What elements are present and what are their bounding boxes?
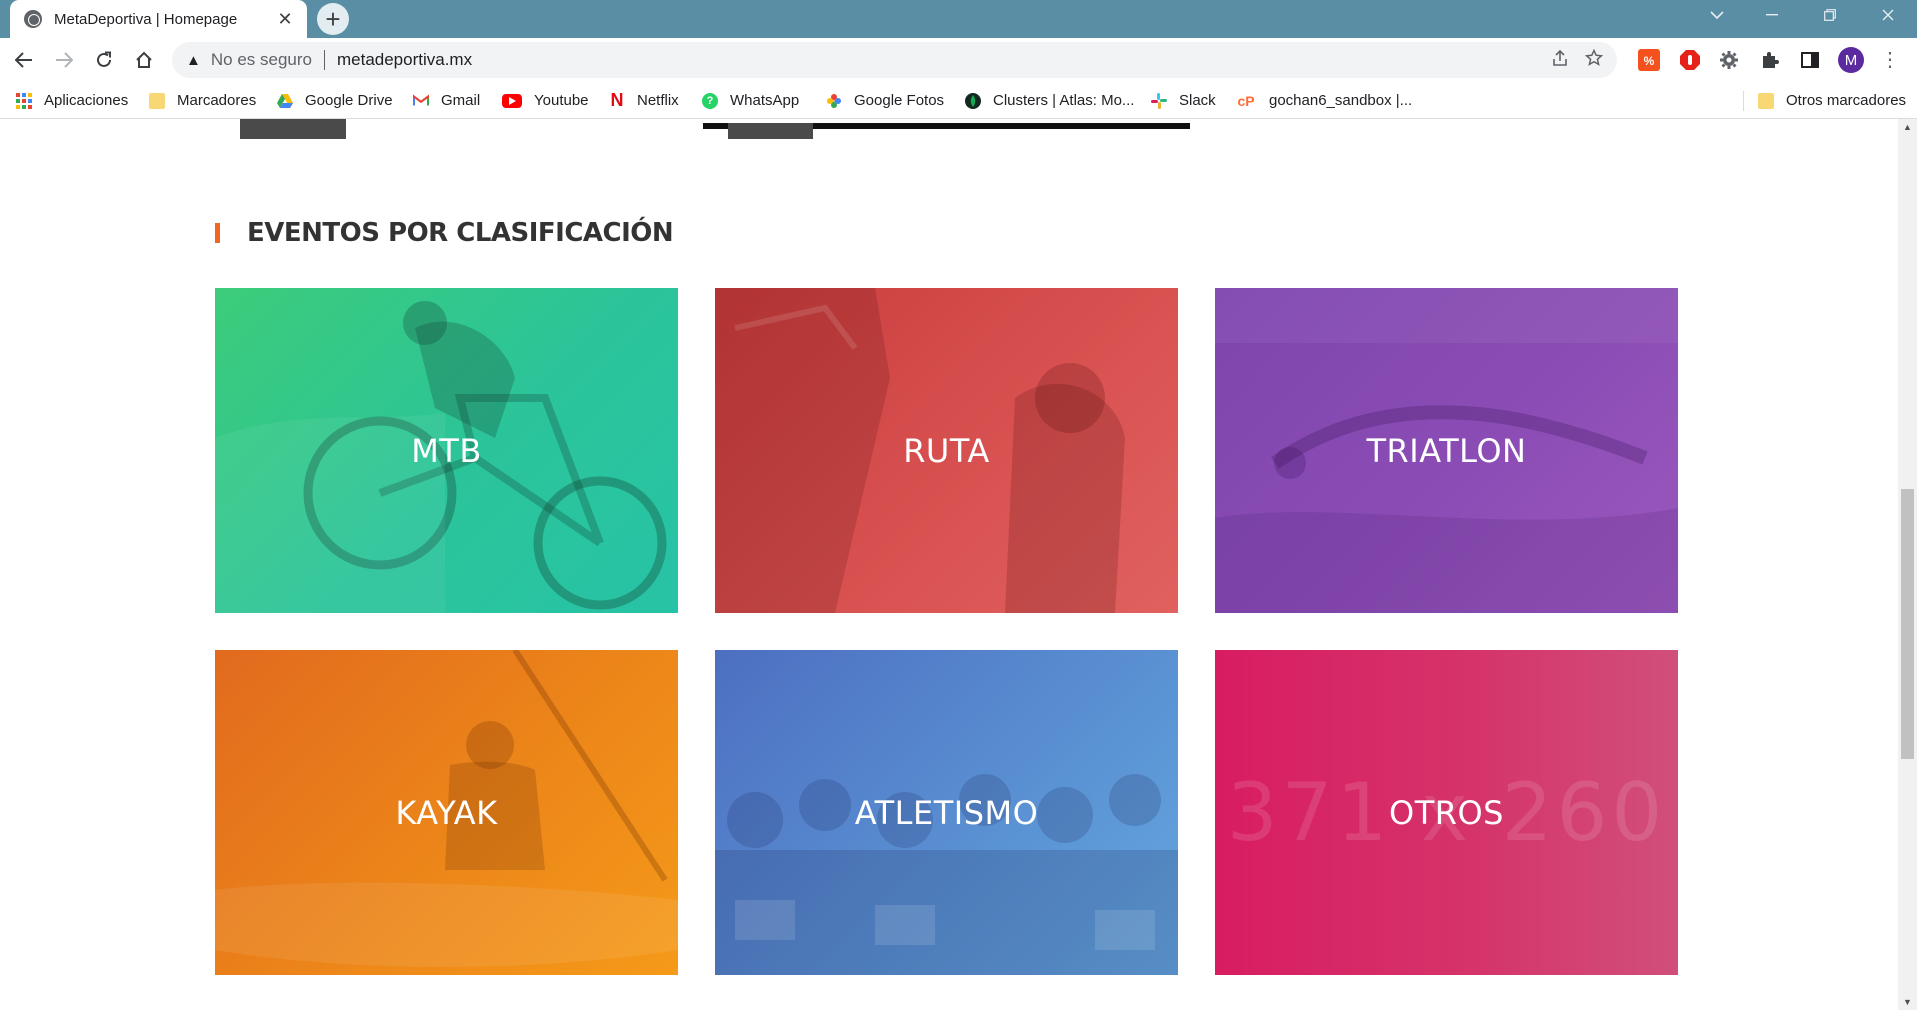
mongodb-atlas-icon: [965, 92, 981, 109]
google-photos-icon: [826, 93, 842, 109]
category-card-mtb[interactable]: MTB: [215, 288, 678, 613]
bookmark-label: Youtube: [534, 92, 589, 109]
bookmarks-divider: [1743, 91, 1744, 111]
apps-grid-icon: [16, 92, 32, 109]
scroll-up-arrow-icon[interactable]: ▲: [1898, 119, 1917, 135]
category-label: RUTA: [903, 431, 990, 470]
bookmark-google-fotos[interactable]: Google Fotos: [826, 82, 944, 119]
browser-tab[interactable]: MetaDeportiva | Homepage ✕: [10, 0, 307, 38]
bookmark-label: Netflix: [637, 92, 679, 109]
slack-icon: [1151, 92, 1167, 109]
page-viewport: EVENTOS POR CLASIFICACIÓN MTB RUTA TRIAT…: [0, 119, 1898, 1010]
bookmark-netflix[interactable]: N Netflix: [609, 82, 679, 119]
bookmark-slack[interactable]: Slack: [1151, 82, 1216, 119]
home-icon: [136, 51, 152, 68]
gmail-icon: [413, 93, 429, 109]
bookmarks-bar: Aplicaciones Marcadores Google Drive Gma…: [0, 82, 1917, 119]
close-window-icon[interactable]: [1868, 0, 1908, 30]
postman-icon: cP: [1237, 92, 1255, 109]
bookmark-label: Slack: [1179, 92, 1216, 109]
forward-button[interactable]: [48, 44, 80, 76]
section-title: EVENTOS POR CLASIFICACIÓN: [247, 218, 674, 248]
reload-button[interactable]: [88, 44, 120, 76]
bookmark-star-icon[interactable]: [1584, 48, 1604, 73]
category-card-atletismo[interactable]: ATLETISMO: [715, 650, 1178, 975]
bookmark-label: Google Drive: [305, 92, 393, 109]
bookmark-aplicaciones[interactable]: Aplicaciones: [16, 82, 128, 119]
section-header: EVENTOS POR CLASIFICACIÓN: [215, 213, 674, 253]
not-secure-label: No es seguro: [210, 50, 312, 69]
new-tab-button[interactable]: +: [317, 3, 349, 35]
category-label: OTROS: [1389, 793, 1504, 832]
profile-avatar[interactable]: M: [1838, 47, 1864, 73]
section-accent-bar: [215, 223, 220, 243]
bookmark-label: Aplicaciones: [44, 92, 129, 109]
folder-icon: [149, 92, 165, 109]
bookmark-marcadores[interactable]: Marcadores: [149, 82, 256, 119]
bookmark-whatsapp[interactable]: ? WhatsApp: [702, 82, 799, 119]
tab-search-icon[interactable]: [1697, 0, 1737, 30]
bookmark-label: Clusters | Atlas: Mo...: [993, 92, 1135, 109]
bookmark-label: Google Fotos: [854, 92, 945, 109]
bookmark-label: Gmail: [441, 92, 481, 109]
minimize-icon[interactable]: [1752, 0, 1792, 30]
tab-strip: MetaDeportiva | Homepage ✕ +: [0, 0, 1917, 38]
category-card-otros[interactable]: 371 x 260 OTROS: [1215, 650, 1678, 975]
bookmark-label: WhatsApp: [730, 92, 800, 109]
previous-section-bar: [240, 119, 346, 139]
category-card-kayak[interactable]: KAYAK: [215, 650, 678, 975]
adblock-extension-icon[interactable]: [1678, 48, 1702, 72]
extensions-puzzle-icon[interactable]: [1758, 48, 1782, 72]
folder-icon: [1758, 92, 1774, 109]
url-separator: [323, 50, 325, 70]
browser-toolbar: ▲ No es seguro metadeportiva.mx % M ⋮: [0, 38, 1917, 82]
page-scrollbar[interactable]: ▲ ▼: [1898, 119, 1917, 1010]
bookmark-gochan6-sandbox[interactable]: cP gochan6_sandbox |...: [1235, 82, 1412, 119]
url-text[interactable]: metadeportiva.mx: [337, 50, 472, 70]
tab-title: MetaDeportiva | Homepage: [54, 10, 238, 28]
side-panel-icon[interactable]: [1798, 48, 1822, 72]
home-button[interactable]: [128, 44, 160, 76]
category-label: KAYAK: [395, 793, 498, 832]
translate-extension-icon[interactable]: %: [1637, 48, 1661, 72]
bookmark-otros-marcadores[interactable]: Otros marcadores: [1758, 82, 1906, 119]
address-bar[interactable]: ▲ No es seguro metadeportiva.mx: [172, 42, 1617, 78]
share-icon[interactable]: [1551, 49, 1569, 73]
svg-text:%: %: [1644, 54, 1655, 68]
bookmark-label: Marcadores: [177, 92, 257, 109]
warning-icon: ▲: [186, 51, 201, 69]
google-drive-icon: [277, 93, 293, 109]
arrow-right-icon: [56, 52, 73, 68]
settings-extension-icon[interactable]: [1717, 48, 1741, 72]
youtube-icon: [502, 93, 522, 108]
bookmark-google-drive[interactable]: Google Drive: [277, 82, 393, 119]
back-button[interactable]: [8, 44, 40, 76]
reload-icon: [97, 51, 111, 67]
bookmark-label: Otros marcadores: [1786, 92, 1907, 109]
category-label: ATLETISMO: [854, 793, 1039, 832]
previous-section-bar: [728, 123, 813, 139]
whatsapp-icon: ?: [702, 92, 718, 109]
bookmark-label: gochan6_sandbox |...: [1269, 92, 1413, 109]
bookmark-youtube[interactable]: Youtube: [502, 82, 589, 119]
arrow-left-icon: [15, 52, 32, 68]
category-label: MTB: [411, 431, 482, 470]
netflix-icon: N: [610, 90, 624, 110]
restore-icon[interactable]: [1810, 0, 1850, 30]
bookmark-gmail[interactable]: Gmail: [413, 82, 480, 119]
tab-close-icon[interactable]: ✕: [275, 9, 295, 29]
globe-icon: [24, 10, 42, 28]
scroll-down-arrow-icon[interactable]: ▼: [1898, 994, 1917, 1010]
category-label: TRIATLON: [1366, 431, 1527, 470]
category-card-triatlon[interactable]: TRIATLON: [1215, 288, 1678, 613]
bookmark-clusters-atlas[interactable]: Clusters | Atlas: Mo...: [965, 82, 1134, 119]
scrollbar-thumb[interactable]: [1901, 489, 1914, 759]
more-menu-icon[interactable]: ⋮: [1880, 46, 1900, 74]
category-card-ruta[interactable]: RUTA: [715, 288, 1178, 613]
